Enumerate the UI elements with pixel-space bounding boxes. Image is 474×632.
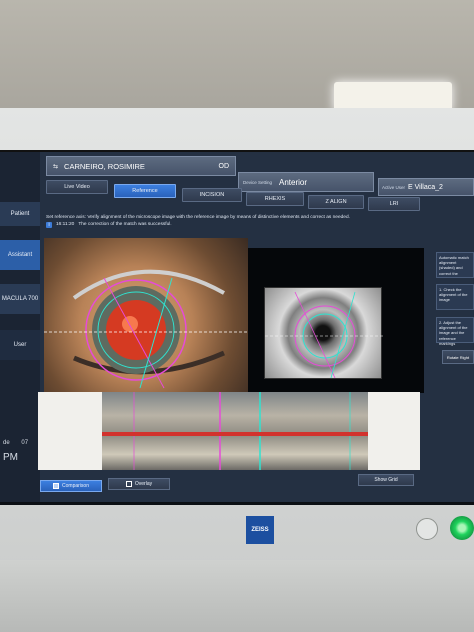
live-eye-overlay (44, 269, 248, 389)
reflex-highlight (122, 316, 138, 332)
home-button[interactable] (416, 518, 438, 540)
strip-blank-left (38, 392, 102, 470)
instruction-status: The correction of the match was successf… (78, 222, 172, 227)
reference-button[interactable]: Reference (114, 184, 176, 198)
comparison-toggle[interactable]: Comparison (40, 480, 102, 492)
rail-info: de 07 PM (0, 440, 40, 463)
monitor-bezel (0, 560, 474, 632)
incision-button[interactable]: INCISION (182, 188, 242, 202)
comparison-checkbox[interactable] (53, 483, 60, 489)
lri-button[interactable]: LRI (368, 197, 420, 211)
reference-eye-image[interactable] (264, 287, 383, 379)
side-panel-info: Automatic match alignment (shaded) and c… (436, 252, 474, 278)
rail-tab-patient[interactable]: Patient (0, 202, 40, 226)
rail-side-number: 07 (21, 440, 29, 446)
active-user-field[interactable]: Active User E Villaca_2 (378, 178, 474, 196)
instruction-line: Set reference axis: Verify alignment of … (46, 215, 350, 220)
overlay-label: Overlay (134, 481, 153, 487)
overlay-checkbox[interactable] (125, 481, 132, 487)
patient-bar[interactable]: ⇆ CARNEIRO, ROSIMIRE OD (46, 156, 236, 176)
left-rail: Patient Assistant MACULA 700 User de 07 … (0, 152, 40, 502)
device-setting-field[interactable]: Device Setting Anterior (238, 172, 374, 192)
ref-line-magenta (294, 291, 336, 379)
rail-tab-assistant[interactable]: Assistant (0, 240, 40, 270)
power-button[interactable] (450, 516, 474, 540)
zeiss-logo: ZEISS (246, 516, 274, 544)
rotate-right-button[interactable]: Rotate Right (442, 350, 474, 364)
rail-tab-macula[interactable]: MACULA 700 (0, 284, 40, 314)
show-grid-button[interactable]: Show Grid (358, 474, 414, 486)
rail-side-text: de (3, 440, 10, 446)
strip-blank-right (368, 392, 420, 470)
rail-tab-user[interactable]: User (0, 330, 40, 360)
side-panel-step1: 1. Check the alignment of the image (436, 284, 474, 310)
rhexis-button[interactable]: RHEXIS (246, 192, 304, 206)
info-icon: i (46, 221, 52, 228)
z-align-button[interactable]: Z ALIGN (308, 195, 364, 209)
ref-line-cyan (330, 291, 356, 379)
active-user-value: E Villaca_2 (408, 183, 443, 191)
instruction-time: 16:11:20 (56, 222, 75, 227)
comparison-label: Comparison (62, 483, 89, 489)
live-microscope-image[interactable] (44, 238, 248, 393)
overlay-toggle[interactable]: Overlay (108, 478, 170, 490)
rail-time-suffix: PM (3, 452, 18, 463)
live-video-button[interactable]: Live Video (46, 180, 108, 194)
device-setting-label: Device Setting (243, 179, 273, 185)
active-user-label: Active User (382, 184, 406, 190)
device-setting-value: Anterior (279, 177, 308, 187)
side-panel-step2: 2. Adjust the alignment of the image and… (436, 317, 474, 346)
patient-icon: ⇆ (53, 163, 59, 170)
match-line (102, 432, 368, 436)
touchscreen: Patient Assistant MACULA 700 User de 07 … (0, 150, 474, 505)
reference-eye-overlay (265, 291, 383, 379)
eye-side: OD (218, 162, 230, 170)
instructions: Set reference axis: Verify alignment of … (46, 214, 426, 228)
patient-name: CARNEIRO, ROSIMIRE (64, 161, 145, 171)
